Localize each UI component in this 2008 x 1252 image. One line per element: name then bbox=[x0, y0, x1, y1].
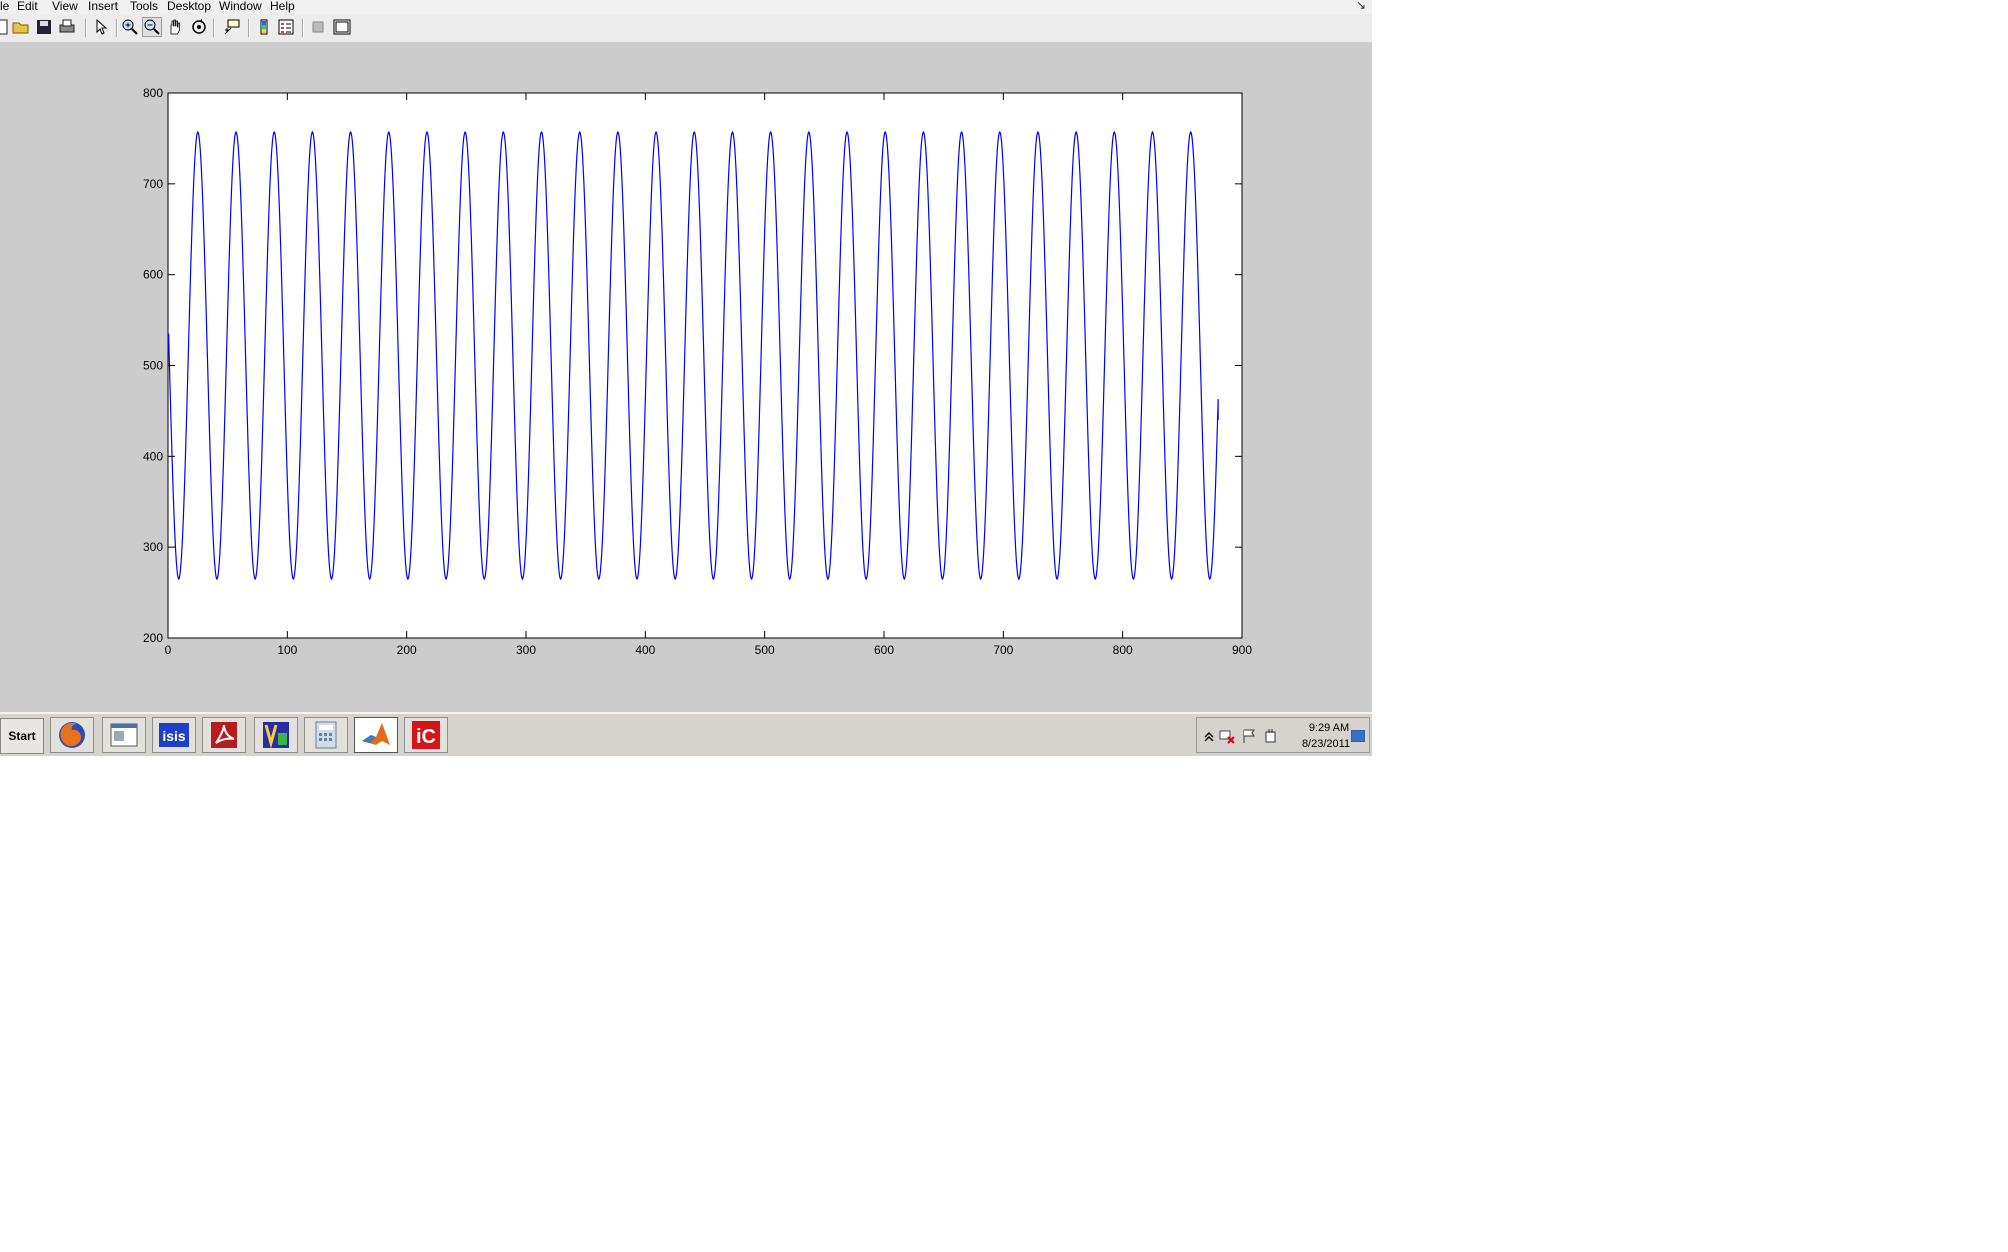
toolbar-separator bbox=[213, 19, 215, 37]
x-tick-label: 300 bbox=[516, 643, 536, 657]
menu-bar: le Edit View Insert Tools Desktop Window… bbox=[0, 0, 1372, 14]
x-tick-label: 400 bbox=[635, 643, 655, 657]
toolbar-separator bbox=[302, 19, 304, 37]
start-button[interactable]: Start bbox=[0, 718, 44, 754]
matlab-icon bbox=[362, 723, 390, 745]
menu-insert[interactable]: Insert bbox=[88, 0, 118, 13]
zoom-out-icon[interactable] bbox=[142, 17, 162, 37]
y-tick-label: 200 bbox=[143, 631, 163, 645]
x-tick-label: 100 bbox=[277, 643, 297, 657]
x-tick-label: 800 bbox=[1113, 643, 1133, 657]
toolbar-separator bbox=[85, 19, 87, 37]
print-icon[interactable] bbox=[57, 17, 77, 37]
x-tick-label: 600 bbox=[874, 643, 894, 657]
acrobat-icon bbox=[211, 722, 237, 748]
taskbar-window-app[interactable] bbox=[102, 717, 146, 753]
menu-tools[interactable]: Tools bbox=[130, 0, 158, 13]
y-tick-label: 300 bbox=[143, 540, 163, 554]
power-icon[interactable] bbox=[1263, 728, 1279, 744]
screen: le Edit View Insert Tools Desktop Window… bbox=[0, 0, 1372, 756]
iconic-app-icon: iC bbox=[412, 721, 440, 749]
pan-hand-icon[interactable] bbox=[165, 17, 185, 37]
show-desktop-icon[interactable] bbox=[1350, 729, 1366, 743]
line-plot[interactable]: 0 100 200 300 400 500 600 700 800 900 200 300 400 500… bbox=[0, 42, 1372, 712]
insert-colorbar-icon[interactable] bbox=[254, 17, 274, 37]
network-error-icon[interactable] bbox=[1219, 728, 1235, 744]
menu-file[interactable]: le bbox=[0, 0, 9, 13]
start-label: Start bbox=[8, 729, 36, 743]
taskbar-vb[interactable] bbox=[254, 717, 298, 753]
save-icon[interactable] bbox=[34, 17, 54, 37]
taskbar-isis[interactable]: isis bbox=[152, 717, 196, 753]
open-file-icon[interactable] bbox=[11, 17, 31, 37]
svg-text:isis: isis bbox=[162, 728, 186, 744]
taskbar-calculator[interactable] bbox=[304, 717, 348, 753]
menu-edit[interactable]: Edit bbox=[17, 0, 38, 13]
menu-help[interactable]: Help bbox=[270, 0, 295, 13]
y-tick-label: 700 bbox=[143, 177, 163, 191]
svg-text:iC: iC bbox=[416, 726, 436, 748]
y-tick-label: 600 bbox=[143, 268, 163, 282]
window-app-icon bbox=[110, 723, 138, 747]
x-tick-label: 500 bbox=[755, 643, 775, 657]
clock-time[interactable]: 9:29 AM bbox=[1299, 722, 1359, 734]
taskbar-firefox[interactable] bbox=[50, 717, 94, 753]
figure-canvas: 0 100 200 300 400 500 600 700 800 900 200 300 400 500… bbox=[0, 42, 1372, 712]
x-tick-label: 200 bbox=[397, 643, 417, 657]
y-tick-label: 500 bbox=[143, 359, 163, 373]
taskbar-iconic-app[interactable]: iC bbox=[404, 717, 448, 753]
x-tick-label: 900 bbox=[1232, 643, 1252, 657]
taskbar-acrobat[interactable] bbox=[202, 717, 246, 753]
calculator-icon bbox=[315, 721, 337, 749]
show-plot-tools-icon[interactable] bbox=[332, 17, 352, 37]
insert-legend-icon[interactable] bbox=[276, 17, 296, 37]
isis-icon: isis bbox=[159, 723, 189, 747]
vb-icon bbox=[263, 722, 289, 749]
show-hidden-icons-icon[interactable] bbox=[1201, 728, 1217, 744]
select-arrow-icon[interactable] bbox=[91, 17, 111, 37]
action-center-flag-icon[interactable] bbox=[1241, 728, 1257, 744]
toolbar-separator bbox=[116, 19, 118, 37]
y-tick-label: 400 bbox=[143, 449, 163, 463]
toolbar-separator bbox=[248, 19, 250, 37]
system-tray: 9:29 AM 8/23/2011 bbox=[1196, 717, 1370, 753]
firefox-icon bbox=[59, 722, 85, 748]
hide-plot-tools-icon[interactable] bbox=[308, 17, 328, 37]
windows-taskbar: Start isis iC 9:29 AM 8/23/2011 bbox=[0, 712, 1372, 756]
y-tick-label: 800 bbox=[143, 86, 163, 100]
zoom-in-icon[interactable] bbox=[120, 17, 140, 37]
menu-desktop[interactable]: Desktop bbox=[167, 0, 211, 13]
figure-toolbar bbox=[0, 14, 1372, 43]
rotate-3d-icon[interactable] bbox=[189, 17, 209, 37]
menu-view[interactable]: View bbox=[52, 0, 78, 13]
x-tick-label: 0 bbox=[165, 643, 172, 657]
undock-icon[interactable]: ↘ bbox=[1356, 0, 1366, 12]
data-cursor-icon[interactable] bbox=[222, 17, 242, 37]
menu-window[interactable]: Window bbox=[219, 0, 262, 13]
taskbar-matlab[interactable] bbox=[354, 717, 398, 753]
x-tick-label: 700 bbox=[993, 643, 1013, 657]
